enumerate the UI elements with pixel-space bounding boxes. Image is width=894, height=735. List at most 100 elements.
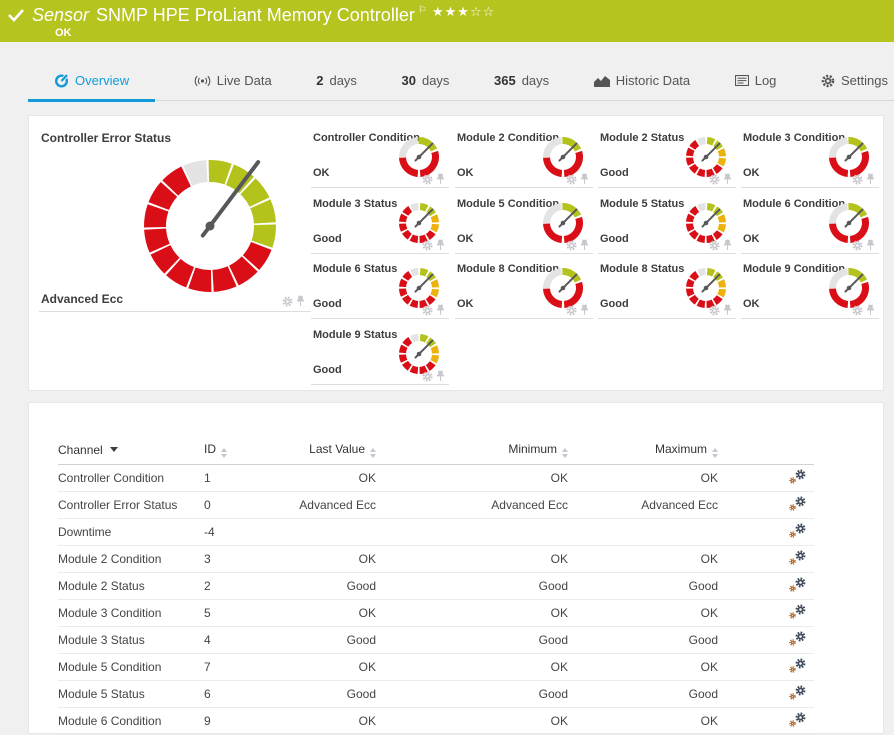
log-icon bbox=[734, 75, 749, 86]
gauge-value: Good bbox=[600, 233, 629, 245]
gauge-cell: Module 3 Status Good bbox=[311, 192, 449, 254]
column-header-id[interactable]: ID bbox=[204, 437, 264, 465]
controller-error-status-gauge[interactable] bbox=[125, 141, 295, 316]
table-row: Controller Error Status 0 Advanced Ecc A… bbox=[58, 491, 814, 519]
pin-icon[interactable] bbox=[866, 173, 875, 185]
channel-settings-gears-icon[interactable] bbox=[789, 577, 806, 592]
gear-icon[interactable] bbox=[422, 239, 433, 251]
pin-icon[interactable] bbox=[723, 239, 732, 251]
tab-label: days bbox=[521, 73, 550, 88]
sort-icon bbox=[221, 448, 227, 459]
channel-settings-gears-icon[interactable] bbox=[789, 469, 806, 484]
tab-label: Log bbox=[754, 73, 777, 88]
tab-label: Live Data bbox=[216, 73, 272, 88]
gauge-cell: Module 8 Condition OK bbox=[455, 257, 593, 319]
gear-icon[interactable] bbox=[852, 173, 863, 185]
gauge-cell-icons bbox=[709, 173, 732, 185]
gauge-value: Good bbox=[600, 298, 629, 310]
gear-icon[interactable] bbox=[282, 295, 293, 307]
priority-stars[interactable]: ★★★☆☆ bbox=[432, 4, 495, 20]
pin-icon[interactable] bbox=[580, 304, 589, 316]
gauge-title: Module 9 Status bbox=[313, 329, 398, 341]
gauge-cell: Module 6 Condition OK bbox=[741, 192, 879, 254]
channel-name[interactable]: Controller Condition bbox=[58, 464, 204, 492]
gear-icon[interactable] bbox=[422, 304, 433, 316]
pin-icon[interactable] bbox=[866, 304, 875, 316]
gauge-cell-icons bbox=[852, 304, 875, 316]
gear-icon[interactable] bbox=[852, 304, 863, 316]
channel-settings-gears-icon[interactable] bbox=[789, 631, 806, 646]
channels-table-panel: Channel ID Last Value Minimum Maximum Co… bbox=[28, 402, 884, 735]
channel-settings-gears-icon[interactable] bbox=[789, 604, 806, 619]
pin-icon[interactable] bbox=[580, 173, 589, 185]
channel-settings-gears-icon[interactable] bbox=[789, 550, 806, 565]
column-header-last-value[interactable]: Last Value bbox=[264, 437, 376, 465]
pin-icon[interactable] bbox=[580, 239, 589, 251]
column-header-maximum[interactable]: Maximum bbox=[568, 437, 718, 465]
channel-settings-gears-icon[interactable] bbox=[789, 658, 806, 673]
channel-name[interactable]: Module 6 Condition bbox=[58, 707, 204, 735]
gauge-cell-icons bbox=[709, 239, 732, 251]
tab-live-data[interactable]: Live Data bbox=[188, 63, 278, 102]
channel-name[interactable]: Module 5 Condition bbox=[58, 653, 204, 681]
pin-icon[interactable] bbox=[866, 239, 875, 251]
channel-settings-gears-icon[interactable] bbox=[789, 523, 806, 538]
table-row: Downtime -4 bbox=[58, 518, 814, 546]
gear-icon[interactable] bbox=[852, 239, 863, 251]
tab-overview[interactable]: Overview bbox=[28, 63, 156, 102]
gear-icon[interactable] bbox=[566, 304, 577, 316]
status-check-icon bbox=[8, 8, 25, 27]
tab-label: days bbox=[329, 73, 357, 88]
gauge-value: Good bbox=[313, 233, 342, 245]
gear-icon[interactable] bbox=[422, 370, 433, 382]
table-row: Module 3 Condition 5 OK OK OK bbox=[58, 599, 814, 627]
gauge-cell: Module 5 Condition OK bbox=[455, 192, 593, 254]
channel-settings-gears-icon[interactable] bbox=[789, 685, 806, 700]
tab-bar: Overview Live Data 2 days 30 days 365 da… bbox=[28, 60, 894, 102]
pin-icon[interactable] bbox=[436, 173, 445, 185]
gear-icon[interactable] bbox=[566, 239, 577, 251]
tab-historic-data[interactable]: Historic Data bbox=[588, 63, 696, 102]
tab-365-days[interactable]: 365 days bbox=[488, 63, 555, 102]
gauge-cell: Module 2 Condition OK bbox=[455, 126, 593, 188]
channel-name[interactable]: Downtime bbox=[58, 518, 204, 546]
channel-settings-gears-icon[interactable] bbox=[789, 712, 806, 727]
sort-icon bbox=[712, 448, 718, 459]
pin-icon[interactable] bbox=[436, 370, 445, 382]
gauge-value: OK bbox=[457, 167, 474, 179]
pin-icon[interactable] bbox=[436, 304, 445, 316]
tab-log[interactable]: Log bbox=[729, 63, 783, 102]
channel-name[interactable]: Module 3 Status bbox=[58, 626, 204, 654]
tab-label: Historic Data bbox=[615, 73, 691, 88]
gauge-cell: Controller Condition OK bbox=[311, 126, 449, 188]
table-row: Module 3 Status 4 Good Good Good bbox=[58, 626, 814, 654]
gauge-value: Good bbox=[313, 364, 342, 376]
tab-label: Settings bbox=[840, 73, 888, 88]
sort-desc-icon bbox=[109, 447, 118, 453]
gear-icon[interactable] bbox=[709, 304, 720, 316]
channel-name[interactable]: Module 2 Status bbox=[58, 572, 204, 600]
column-header-channel[interactable]: Channel bbox=[58, 437, 204, 465]
sensor-status-badge: OK bbox=[55, 27, 72, 39]
tab-30-days[interactable]: 30 days bbox=[396, 63, 456, 102]
gauge-cell-icons bbox=[422, 304, 445, 316]
gear-icon[interactable] bbox=[422, 173, 433, 185]
pin-icon[interactable] bbox=[723, 304, 732, 316]
flag-icon[interactable]: ⚐ bbox=[418, 5, 427, 16]
gauge-title: Module 2 Status bbox=[600, 132, 685, 144]
column-header-minimum[interactable]: Minimum bbox=[376, 437, 568, 465]
pin-icon[interactable] bbox=[436, 239, 445, 251]
gear-icon[interactable] bbox=[566, 173, 577, 185]
tab-settings[interactable]: Settings bbox=[815, 63, 894, 102]
gear-icon[interactable] bbox=[709, 173, 720, 185]
tab-2-days[interactable]: 2 days bbox=[310, 63, 363, 102]
channel-name[interactable]: Module 3 Condition bbox=[58, 599, 204, 627]
channel-name[interactable]: Module 5 Status bbox=[58, 680, 204, 708]
pin-icon[interactable] bbox=[296, 295, 305, 307]
channel-name[interactable]: Module 2 Condition bbox=[58, 545, 204, 573]
channel-name[interactable]: Controller Error Status bbox=[58, 491, 204, 519]
gear-icon[interactable] bbox=[709, 239, 720, 251]
pin-icon[interactable] bbox=[723, 173, 732, 185]
channel-settings-gears-icon[interactable] bbox=[789, 496, 806, 511]
table-row: Controller Condition 1 OK OK OK bbox=[58, 464, 814, 492]
